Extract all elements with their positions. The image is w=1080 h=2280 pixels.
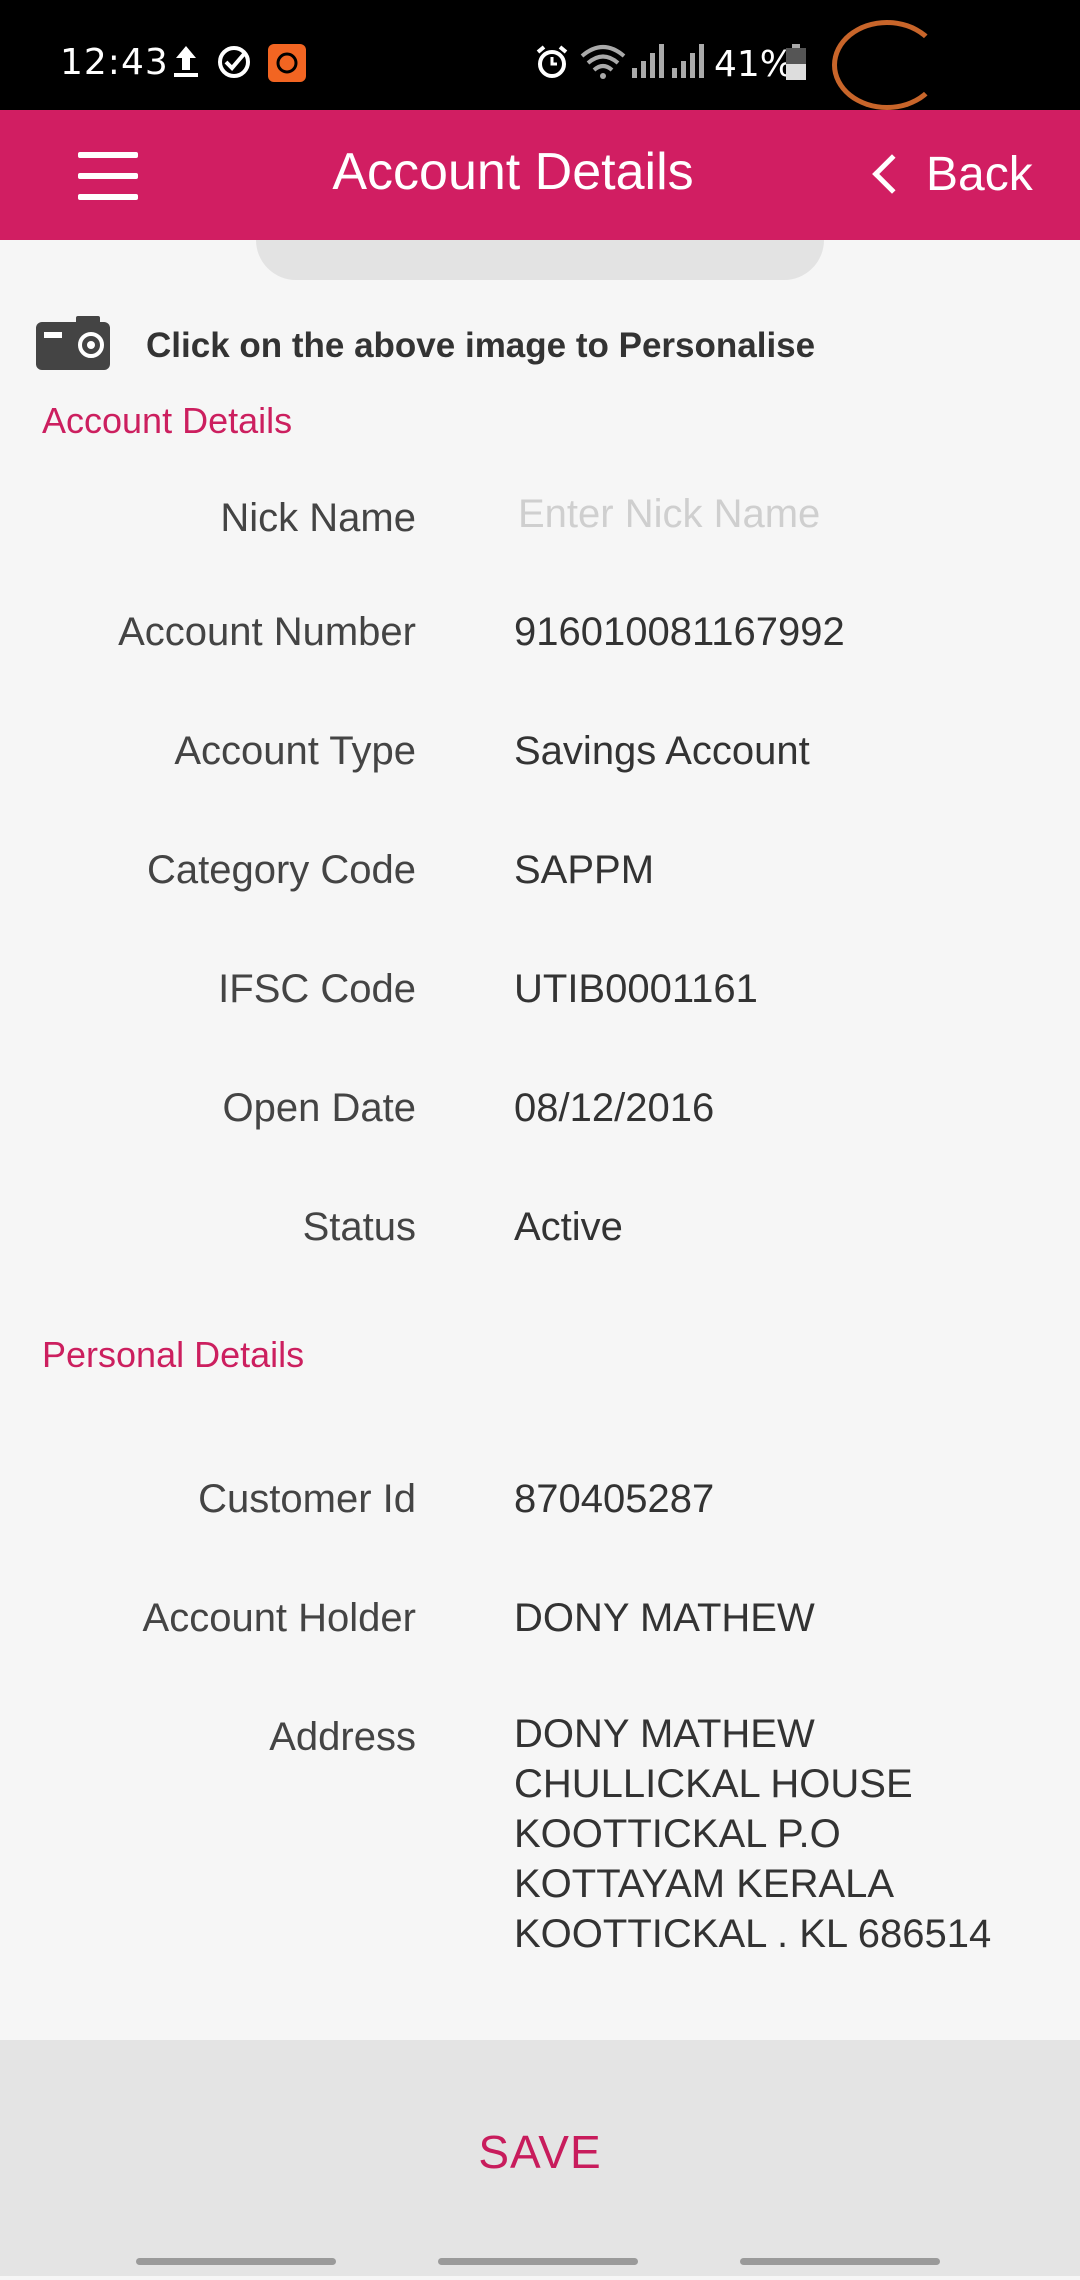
save-button[interactable]: SAVE <box>478 2125 601 2179</box>
signal-icon <box>632 44 664 78</box>
camera-icon <box>36 316 110 370</box>
field-label: Account Holder <box>142 1596 416 1640</box>
app-bar: Account Details Back <box>0 110 1080 240</box>
personal-details-heading: Personal Details <box>42 1334 305 1375</box>
alarm-icon <box>536 45 568 78</box>
save-bar: SAVE <box>0 2040 1080 2276</box>
address-line: DONY MATHEW <box>514 1712 815 1756</box>
check-circle-icon <box>218 46 250 78</box>
back-button[interactable]: Back <box>868 144 1033 204</box>
field-label: IFSC Code <box>218 967 416 1011</box>
battery-percent: 41% <box>714 44 795 85</box>
profile-image[interactable] <box>256 240 824 280</box>
personalise-text: Click on the above image to Personalise <box>146 326 816 365</box>
field-value: 916010081167992 <box>514 610 845 654</box>
upload-icon <box>174 46 198 77</box>
address-value: DONY MATHEW CHULLICKAL HOUSE KOOTTICKAL … <box>514 1709 991 1959</box>
status-time: 12:43 <box>60 42 169 83</box>
nick-name-input[interactable] <box>514 492 1014 537</box>
loading-ring-icon <box>832 20 942 110</box>
field-label: Account Type <box>174 729 416 773</box>
field-value: Savings Account <box>514 729 810 773</box>
status-value: Active <box>514 1205 623 1249</box>
nav-back-button[interactable] <box>740 2258 940 2265</box>
back-label: Back <box>926 147 1033 201</box>
app-badge-icon <box>268 44 306 82</box>
status-bar: 12:43 41% <box>0 0 1080 110</box>
personalise-hint: Click on the above image to Personalise <box>36 316 816 370</box>
field-label: Category Code <box>146 848 416 892</box>
wifi-icon <box>580 45 626 79</box>
address-line: KOTTAYAM KERALA <box>514 1862 895 1906</box>
field-value: DONY MATHEW <box>514 1596 815 1640</box>
system-nav-bar <box>0 2246 1080 2280</box>
battery-icon <box>786 44 806 80</box>
chevron-left-icon <box>872 154 912 194</box>
account-details-heading: Account Details <box>42 400 293 441</box>
field-label: Account Number <box>118 610 416 654</box>
field-label: Status <box>302 1205 416 1249</box>
field-label: Customer Id <box>198 1477 416 1521</box>
address-line: KOOTTICKAL . KL 686514 <box>514 1912 992 1956</box>
nav-recents-button[interactable] <box>136 2258 336 2265</box>
signal-icon <box>672 44 704 78</box>
address-line: KOOTTICKAL P.O <box>514 1812 841 1856</box>
field-value: SAPPM <box>514 848 655 892</box>
nick-name-label: Nick Name <box>220 496 416 540</box>
field-value: UTIB0001161 <box>514 967 758 1011</box>
address-label: Address <box>269 1715 416 1759</box>
field-value: 870405287 <box>514 1477 715 1521</box>
nav-home-button[interactable] <box>438 2258 638 2265</box>
address-line: CHULLICKAL HOUSE <box>514 1762 913 1806</box>
field-label: Open Date <box>222 1086 416 1130</box>
field-value: 08/12/2016 <box>514 1086 715 1130</box>
